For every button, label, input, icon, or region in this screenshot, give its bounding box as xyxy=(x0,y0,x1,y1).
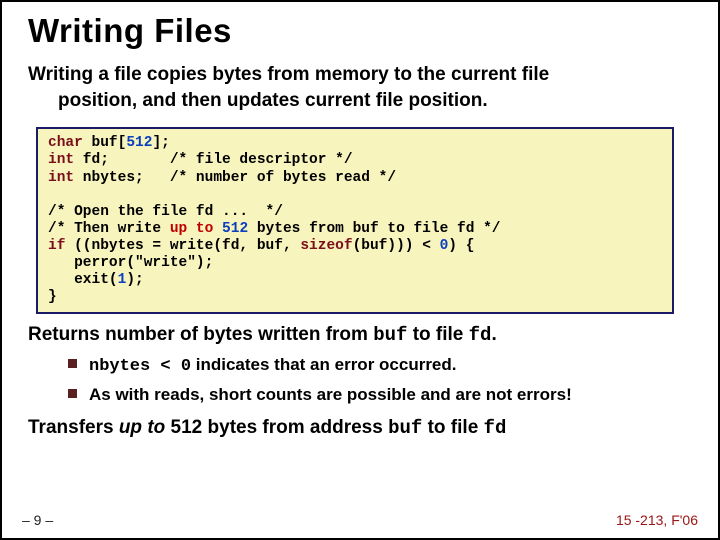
code-text xyxy=(213,221,222,237)
page-number: – 9 – xyxy=(22,512,53,528)
bullet-text: As with reads, short counts are possible… xyxy=(89,384,572,406)
code-text: bytes from buf to file fd */ xyxy=(248,221,500,237)
code-kw: sizeof xyxy=(300,238,352,254)
code-text: exit( xyxy=(48,272,118,288)
returns-dot: . xyxy=(491,324,496,345)
code-kw: if xyxy=(48,238,65,254)
bullet-list: nbytes < 0 indicates that an error occur… xyxy=(28,354,692,406)
code-text: /* Then write xyxy=(48,221,170,237)
bullet-item: nbytes < 0 indicates that an error occur… xyxy=(68,354,692,378)
transfers-upto: up to xyxy=(119,417,165,438)
subtitle-line1: Writing a file copies bytes from memory … xyxy=(28,64,549,85)
returns-buf: buf xyxy=(373,324,407,346)
returns-text: to file xyxy=(407,324,468,345)
code-block: char buf[512]; int fd; /* file descripto… xyxy=(36,127,674,314)
code-kw: char xyxy=(48,135,83,151)
subtitle-line2: position, and then updates current file … xyxy=(28,88,692,114)
code-kw: int xyxy=(48,152,74,168)
bullet-text: nbytes < 0 indicates that an error occur… xyxy=(89,354,457,378)
code-text: (buf))) < xyxy=(353,238,440,254)
code-num: 0 xyxy=(440,238,449,254)
course-tag: 15 -213, F'06 xyxy=(616,512,698,528)
code-num: 512 xyxy=(222,221,248,237)
code-text: /* Open the file fd ... */ xyxy=(48,204,283,220)
transfers-text: to file xyxy=(422,417,483,438)
slide-title: Writing Files xyxy=(28,12,692,50)
code-kw: int xyxy=(48,170,74,186)
returns-line: Returns number of bytes written from buf… xyxy=(28,324,692,346)
slide: Writing Files Writing a file copies byte… xyxy=(2,2,718,439)
code-text: ); xyxy=(126,272,143,288)
transfers-line: Transfers up to 512 bytes from address b… xyxy=(28,417,692,439)
returns-text: Returns number of bytes written from xyxy=(28,324,373,345)
code-text: ) { xyxy=(448,238,474,254)
code-text: buf[ xyxy=(83,135,127,151)
code-upto: up to xyxy=(170,221,214,237)
bullet-item: As with reads, short counts are possible… xyxy=(68,384,692,406)
code-text: perror("write"); xyxy=(48,255,213,271)
slide-subtitle: Writing a file copies bytes from memory … xyxy=(28,62,692,113)
transfers-text: 512 bytes from address xyxy=(165,417,388,438)
code-text: } xyxy=(48,289,57,305)
bullet1-rest: indicates that an error occurred. xyxy=(191,355,456,374)
returns-fd: fd xyxy=(469,324,492,346)
code-text: nbytes; /* number of bytes read */ xyxy=(74,170,396,186)
code-text: ((nbytes = write(fd, buf, xyxy=(65,238,300,254)
code-text: fd; /* file descriptor */ xyxy=(74,152,352,168)
code-text: ]; xyxy=(152,135,169,151)
bullet1-code: nbytes < 0 xyxy=(89,357,191,376)
transfers-text: Transfers xyxy=(28,417,119,438)
code-num: 512 xyxy=(126,135,152,151)
bullet-square-icon xyxy=(68,389,77,398)
bullet-square-icon xyxy=(68,359,77,368)
transfers-fd: fd xyxy=(484,417,507,439)
transfers-buf: buf xyxy=(388,417,422,439)
